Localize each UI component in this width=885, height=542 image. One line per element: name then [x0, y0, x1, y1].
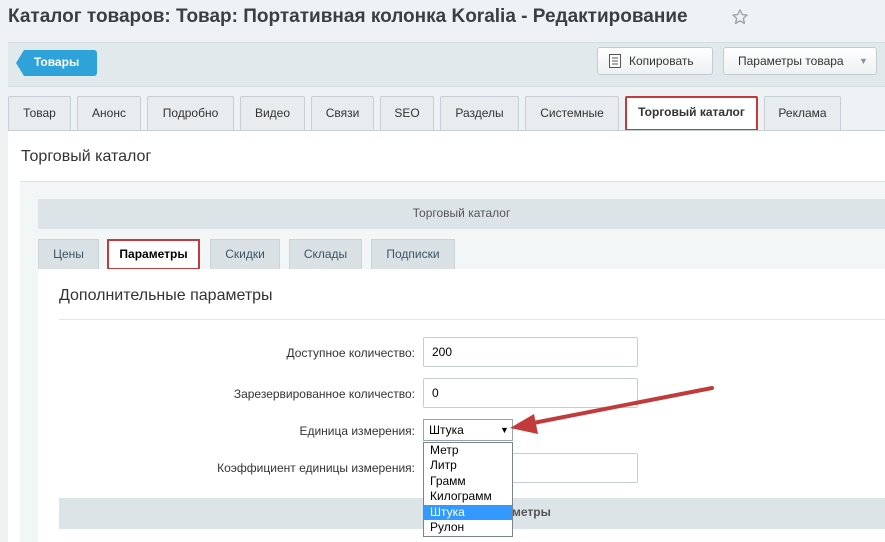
tab-product[interactable]: Товар — [8, 96, 71, 130]
subtab-prices[interactable]: Цены — [38, 239, 99, 269]
chevron-down-icon: ▼ — [859, 56, 868, 66]
tab-details[interactable]: Подробно — [147, 96, 234, 130]
available-quantity-input[interactable]: 200 — [423, 337, 638, 367]
tab-sections[interactable]: Разделы — [440, 96, 519, 130]
panel-title: Торговый каталог — [21, 148, 152, 165]
subtab-subscriptions[interactable]: Подписки — [371, 239, 455, 269]
unit-option-roll[interactable]: Рулон — [424, 520, 512, 535]
unit-dropdown-list[interactable]: Метр Литр Грамм Килограмм Штука Рулон — [423, 442, 513, 537]
unit-select-value: Штука — [429, 423, 464, 437]
tab-video[interactable]: Видео — [240, 96, 305, 130]
star-icon[interactable] — [731, 8, 749, 26]
divider — [59, 319, 885, 320]
catalog-block-header: Торговый каталог — [38, 199, 885, 229]
tab-announce[interactable]: Анонс — [77, 96, 141, 130]
tab-system[interactable]: Системные — [525, 96, 619, 130]
available-quantity-label: Доступное количество: — [286, 346, 415, 360]
page-title: Каталог товаров: Товар: Портативная коло… — [8, 6, 688, 27]
unit-option-liter[interactable]: Литр — [424, 458, 512, 473]
unit-option-meter[interactable]: Метр — [424, 443, 512, 458]
copy-button[interactable]: Копировать — [597, 47, 713, 75]
section-title: Дополнительные параметры — [59, 287, 273, 304]
back-button[interactable]: Товары — [16, 50, 97, 76]
product-params-button[interactable]: Параметры товара ▼ — [723, 47, 877, 75]
unit-label: Единица измерения: — [299, 424, 415, 438]
copy-button-label: Копировать — [629, 54, 694, 68]
unit-option-piece[interactable]: Штука — [424, 504, 512, 520]
back-button-label: Товары — [33, 55, 80, 69]
product-params-label: Параметры товара — [738, 54, 844, 68]
subtab-discounts[interactable]: Скидки — [210, 239, 280, 269]
tab-links[interactable]: Связи — [311, 96, 374, 130]
reserved-quantity-label: Зарезервированное количество: — [233, 387, 415, 401]
tab-seo[interactable]: SEO — [380, 96, 434, 130]
section-bar-label: метры — [512, 505, 551, 519]
unit-option-gram[interactable]: Грамм — [424, 474, 512, 489]
subtab-parameters[interactable]: Параметры — [107, 239, 200, 270]
unit-option-kilogram[interactable]: Килограмм — [424, 489, 512, 504]
copy-icon — [609, 54, 621, 68]
subtab-warehouses[interactable]: Склады — [289, 239, 362, 269]
annotation-arrow-icon — [510, 386, 714, 434]
unit-coefficient-label: Коэффициент единицы измерения: — [217, 461, 415, 475]
tab-advertising[interactable]: Реклама — [764, 96, 841, 130]
tab-trade-catalog[interactable]: Торговый каталог — [625, 96, 758, 131]
